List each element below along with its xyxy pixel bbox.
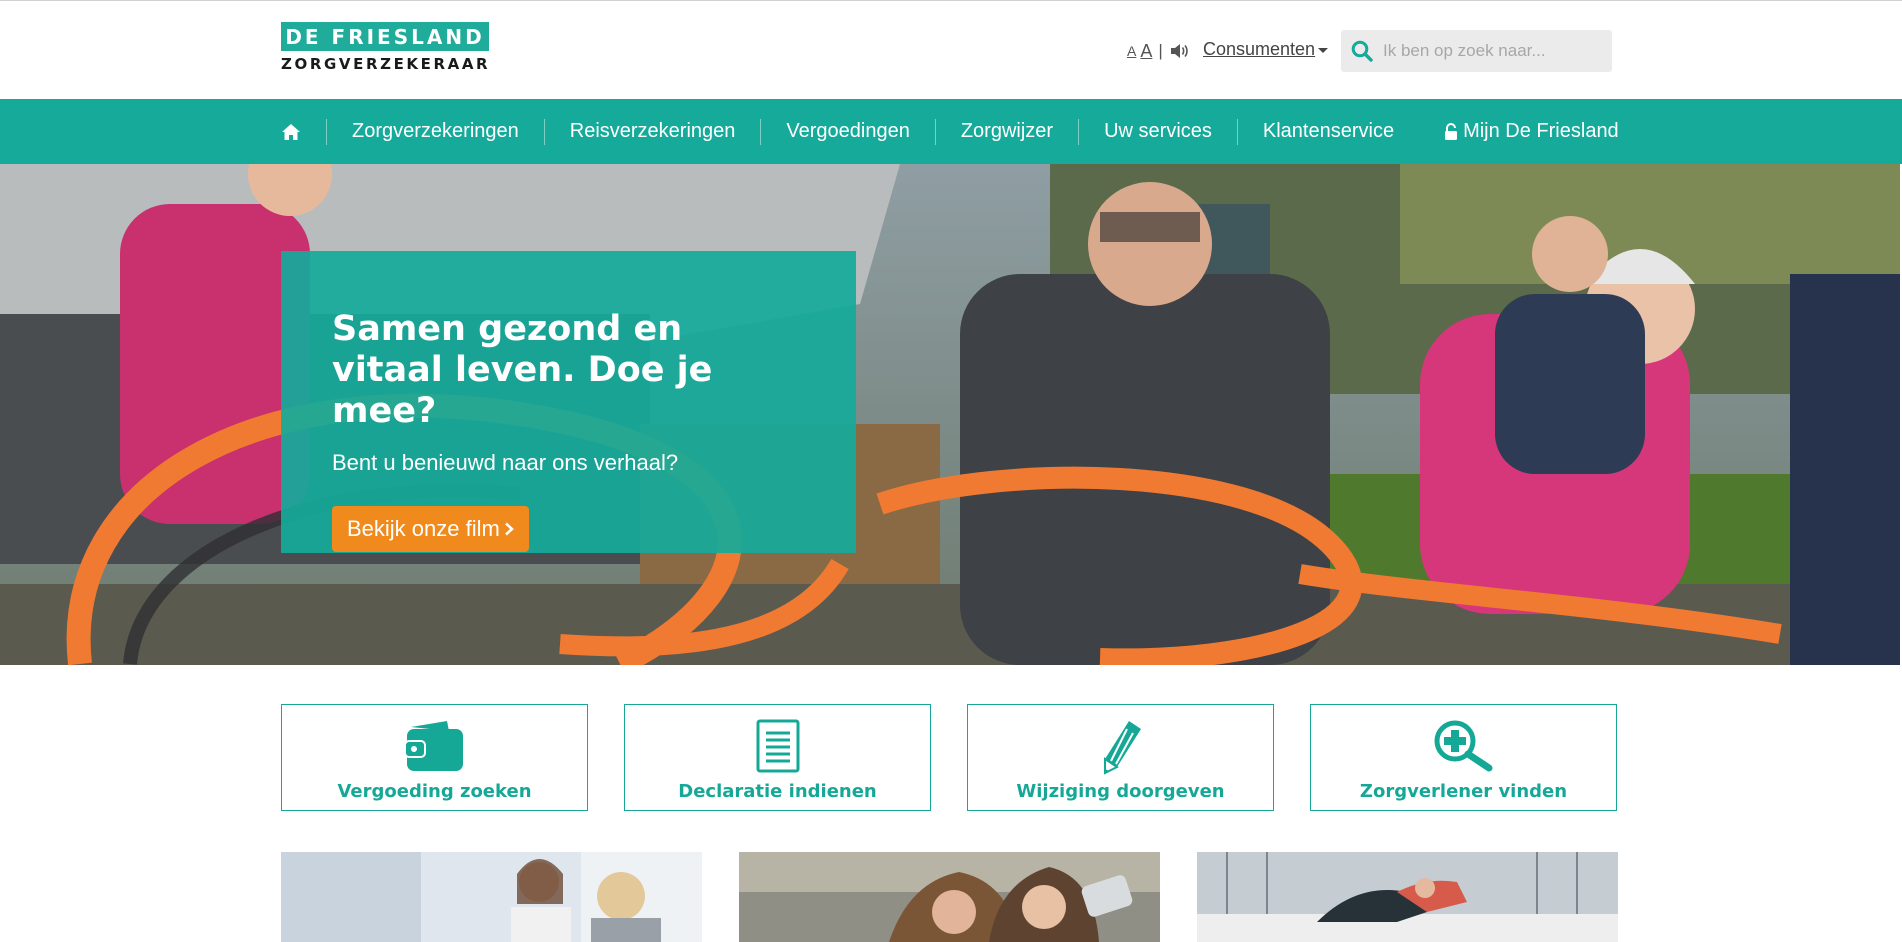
nav-divider: [1236, 118, 1238, 145]
wallet-icon: [404, 721, 463, 771]
quick-link-label: Declaratie indienen: [678, 781, 877, 802]
watch-film-button-label: Bekijk onze film: [347, 516, 500, 541]
nav-mijn-de-friesland-label: Mijn De Friesland: [1463, 120, 1619, 142]
teaser-photo-harbour: [1197, 852, 1618, 942]
watch-film-button[interactable]: Bekijk onze film: [332, 506, 529, 552]
nav-reisverzekeringen[interactable]: Reisverzekeringen: [570, 99, 736, 164]
site-header: DE FRIESLAND ZORGVERZEKERAAR A A | Consu…: [0, 0, 1902, 99]
quick-link-vergoeding-zoeken[interactable]: Vergoeding zoeken: [281, 704, 588, 811]
search-input[interactable]: [1381, 40, 1605, 62]
nav-divider: [543, 118, 545, 145]
nav-home[interactable]: [281, 99, 301, 164]
font-size-large-button[interactable]: A: [1140, 41, 1152, 62]
util-separator: |: [1158, 41, 1163, 60]
logo[interactable]: DE FRIESLAND ZORGVERZEKERAAR: [281, 22, 489, 75]
font-size-small-button[interactable]: A: [1127, 43, 1136, 59]
nav-divider: [326, 118, 327, 145]
quick-link-wijziging-doorgeven[interactable]: Wijziging doorgeven: [967, 704, 1274, 811]
nav-zorgverzekeringen[interactable]: Zorgverzekeringen: [352, 99, 519, 164]
logo-line2: ZORGVERZEKERAAR: [281, 55, 491, 73]
nav-mijn-de-friesland[interactable]: Mijn De Friesland: [1444, 99, 1619, 164]
nav-divider: [934, 118, 936, 145]
hero-callout: Samen gezond en vitaal leven. Doe je mee…: [281, 251, 856, 553]
nav-divider: [760, 118, 762, 145]
main-nav: Zorgverzekeringen Reisverzekeringen Verg…: [0, 99, 1902, 164]
pencil-icon: [1103, 721, 1141, 775]
accessibility-tools: A A |: [1127, 39, 1189, 63]
nav-zorgwijzer[interactable]: Zorgwijzer: [961, 99, 1053, 164]
teaser-image-2[interactable]: [739, 852, 1160, 942]
quick-link-label: Zorgverlener vinden: [1359, 781, 1568, 802]
teaser-photo-meeting: [281, 852, 702, 942]
lock-icon: [1445, 122, 1458, 140]
nav-uw-services[interactable]: Uw services: [1104, 99, 1212, 164]
quick-link-label: Vergoeding zoeken: [337, 781, 532, 802]
medical-search-icon: [1434, 720, 1492, 772]
teaser-image-1[interactable]: [281, 852, 702, 942]
hero-title: Samen gezond en vitaal leven. Doe je mee…: [332, 309, 713, 431]
caret-down-icon: [1318, 48, 1329, 53]
search-box[interactable]: [1341, 30, 1612, 72]
nav-klantenservice[interactable]: Klantenservice: [1263, 99, 1394, 164]
document-icon: [756, 719, 799, 773]
hero-subtitle: Bent u benieuwd naar ons verhaal?: [332, 450, 679, 475]
speaker-icon[interactable]: [1169, 42, 1189, 60]
nav-divider: [1078, 118, 1080, 145]
search-icon[interactable]: [1351, 40, 1373, 62]
audience-dropdown-label: Consumenten: [1203, 39, 1316, 59]
home-icon: [282, 123, 300, 140]
quick-link-declaratie-indienen[interactable]: Declaratie indienen: [624, 704, 931, 811]
chevron-right-icon: [504, 522, 514, 536]
quick-link-label: Wijziging doorgeven: [1016, 781, 1225, 802]
teaser-image-3[interactable]: [1197, 852, 1618, 942]
teaser-photo-selfie: [739, 852, 1160, 942]
audience-dropdown[interactable]: Consumenten: [1203, 39, 1329, 60]
nav-vergoedingen[interactable]: Vergoedingen: [786, 99, 909, 164]
hero-banner: Samen gezond en vitaal leven. Doe je mee…: [0, 164, 1900, 665]
quick-link-zorgverlener-vinden[interactable]: Zorgverlener vinden: [1310, 704, 1617, 811]
logo-line1: DE FRIESLAND: [281, 22, 489, 51]
